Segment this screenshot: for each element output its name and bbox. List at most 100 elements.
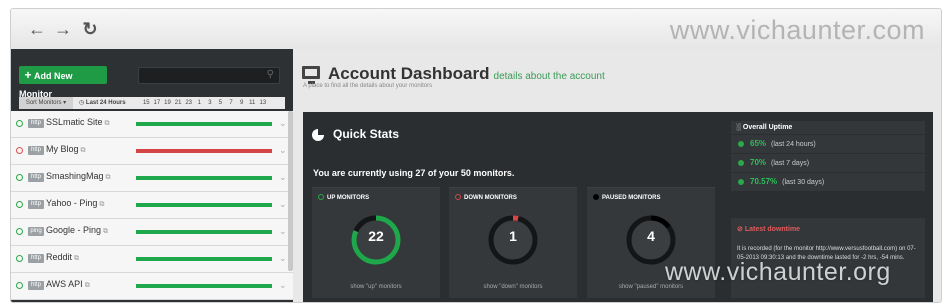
overall-uptime-box: ░ Overall Uptime 65% (last 24 hours) 70% (l… <box>731 121 925 207</box>
stat-label-text: PAUSED MONITORS <box>602 195 661 201</box>
browser-toolbar: ← → ↻ www.vichaunter.com <box>11 9 941 50</box>
status-dot-icon <box>738 159 744 166</box>
uptime-percent: 65% <box>750 139 767 148</box>
monitor-name-text: SSLmatic Site <box>46 117 103 127</box>
monitor-row[interactable]: http AWS API ⧉ ⌄ <box>11 273 293 300</box>
external-link-icon[interactable]: ⧉ <box>103 228 108 235</box>
chevron-down-icon[interactable]: ⌄ <box>279 253 287 264</box>
monitor-row[interactable]: http Yahoo - Ping ⧉ ⌄ <box>11 192 293 219</box>
reload-icon[interactable]: ↻ <box>80 19 100 39</box>
chevron-down-icon[interactable]: ⌄ <box>279 118 287 129</box>
external-link-icon[interactable]: ⧉ <box>106 174 111 181</box>
monitor-row[interactable]: http SSLmatic Site ⧉ ⌄ <box>11 111 293 138</box>
quick-stats-title: Quick Stats <box>333 127 400 141</box>
monitor-name-text: Yahoo - Ping <box>46 198 98 208</box>
monitor-name[interactable]: Reddit ⧉ <box>46 252 79 263</box>
uptime-percent: 70.57% <box>750 177 778 186</box>
add-monitor-button[interactable]: + Add New Monitor <box>19 66 107 99</box>
uptime-period: (last 30 days) <box>782 179 825 186</box>
monitor-row[interactable]: http My Blog ⧉ ⌄ <box>11 138 293 165</box>
pie-chart-icon <box>312 129 324 141</box>
stat-card: UP MONITORS 22 show "up" monitors <box>312 187 440 298</box>
page-subtitle: details about the account <box>493 71 605 82</box>
external-link-icon[interactable]: ⧉ <box>74 255 79 262</box>
monitor-name[interactable]: SSLmatic Site ⧉ <box>46 117 110 128</box>
monitor-type-badge: http <box>28 281 44 290</box>
chevron-down-icon[interactable]: ⌄ <box>279 199 287 210</box>
monitor-name[interactable]: SmashingMag ⧉ <box>46 171 111 182</box>
external-link-icon[interactable]: ⧉ <box>85 282 90 289</box>
show-monitors-link[interactable]: show "down" monitors <box>449 284 577 290</box>
status-dot-icon <box>738 178 744 185</box>
clock-icon: ◷ <box>79 100 85 106</box>
hour-tick: 21 <box>174 100 182 106</box>
latest-downtime-title: Latest downtime <box>744 226 801 233</box>
monitor-row[interactable]: ping Google - Ping ⧉ ⌄ <box>11 219 293 246</box>
monitor-name-text: My Blog <box>46 144 79 154</box>
hour-tick: 1 <box>197 100 201 106</box>
chevron-down-icon[interactable]: ⌄ <box>279 172 287 183</box>
page-description: A place to find all the details about yo… <box>303 83 433 89</box>
hour-tick: 5 <box>218 100 223 106</box>
monitor-icon <box>302 66 320 84</box>
caret-down-icon: ▾ <box>63 100 67 106</box>
uptime-bar <box>136 149 272 153</box>
stat-value: 22 <box>368 228 384 244</box>
alert-icon: ⊘ <box>737 226 743 233</box>
search-input[interactable]: ⚲ <box>138 67 280 84</box>
status-dot-icon <box>16 174 23 181</box>
monitor-name-text: Reddit <box>46 252 73 262</box>
uptime-period: (last 24 hours) <box>771 141 816 148</box>
stat-label: DOWN MONITORS <box>455 194 517 201</box>
external-link-icon[interactable]: ⧉ <box>99 201 104 208</box>
chevron-down-icon[interactable]: ⌄ <box>279 226 287 237</box>
hour-tick: 3 <box>208 100 212 106</box>
uptime-row: 65% (last 24 hours) <box>731 135 925 153</box>
uptime-row: 70.57% (last 30 days) <box>731 173 925 191</box>
status-dot-icon <box>16 255 23 262</box>
hour-tick: 17 <box>153 100 161 106</box>
forward-arrow-icon[interactable]: → <box>53 19 73 39</box>
uptime-period: (last 7 days) <box>771 160 810 167</box>
stat-value: 1 <box>509 228 517 244</box>
uptime-bar <box>136 203 272 207</box>
monitor-name-text: SmashingMag <box>46 171 104 181</box>
status-dot-icon <box>16 228 23 235</box>
monitor-name[interactable]: My Blog ⧉ <box>46 144 86 155</box>
external-link-icon[interactable]: ⧉ <box>81 147 86 154</box>
monitor-name-text: Google - Ping <box>46 225 102 235</box>
watermark-bottom: www.vichaunter.org <box>665 258 891 286</box>
monitor-name-text: AWS API <box>46 279 83 289</box>
stat-label-text: UP MONITORS <box>327 195 370 201</box>
bar-chart-icon: ░ <box>736 124 741 131</box>
show-monitors-link[interactable]: show "up" monitors <box>312 284 440 290</box>
stat-label: UP MONITORS <box>318 194 369 201</box>
latest-downtime-header: ⊘ Latest downtime <box>737 225 800 233</box>
watermark-top: www.vichaunter.com <box>669 15 925 45</box>
sort-monitors-button[interactable]: Sort Monitors ▾ <box>19 97 73 109</box>
status-dot-icon <box>738 140 744 147</box>
hours-label: Last 24 Hours <box>85 100 126 106</box>
status-dot-icon <box>593 194 599 200</box>
status-dot-icon <box>455 194 461 200</box>
uptime-percent: 70% <box>750 158 767 167</box>
status-dot-icon <box>318 194 324 200</box>
monitor-row[interactable]: http Reddit ⧉ ⌄ <box>11 246 293 273</box>
time-range-label: ◷ Last 24 Hours <box>79 97 126 109</box>
monitor-type-badge: ping <box>28 227 44 236</box>
monitor-name[interactable]: Google - Ping ⧉ <box>46 225 108 236</box>
uptime-bar <box>136 176 272 180</box>
back-arrow-icon[interactable]: ← <box>27 19 47 39</box>
chevron-down-icon[interactable]: ⌄ <box>279 145 287 156</box>
monitor-name[interactable]: Yahoo - Ping ⧉ <box>46 198 104 209</box>
monitor-type-badge: http <box>28 200 44 209</box>
monitor-row[interactable]: http SmashingMag ⧉ ⌄ <box>11 165 293 192</box>
monitor-name[interactable]: AWS API ⧉ <box>46 279 90 290</box>
external-link-icon[interactable]: ⧉ <box>105 120 110 127</box>
stat-label-text: DOWN MONITORS <box>464 195 517 201</box>
overall-uptime-header: ░ Overall Uptime <box>731 121 925 134</box>
hour-tick: 19 <box>164 100 171 106</box>
chevron-down-icon[interactable]: ⌄ <box>279 280 287 291</box>
page-title-text: Account Dashboard <box>328 64 490 83</box>
uptime-bar <box>136 284 272 288</box>
